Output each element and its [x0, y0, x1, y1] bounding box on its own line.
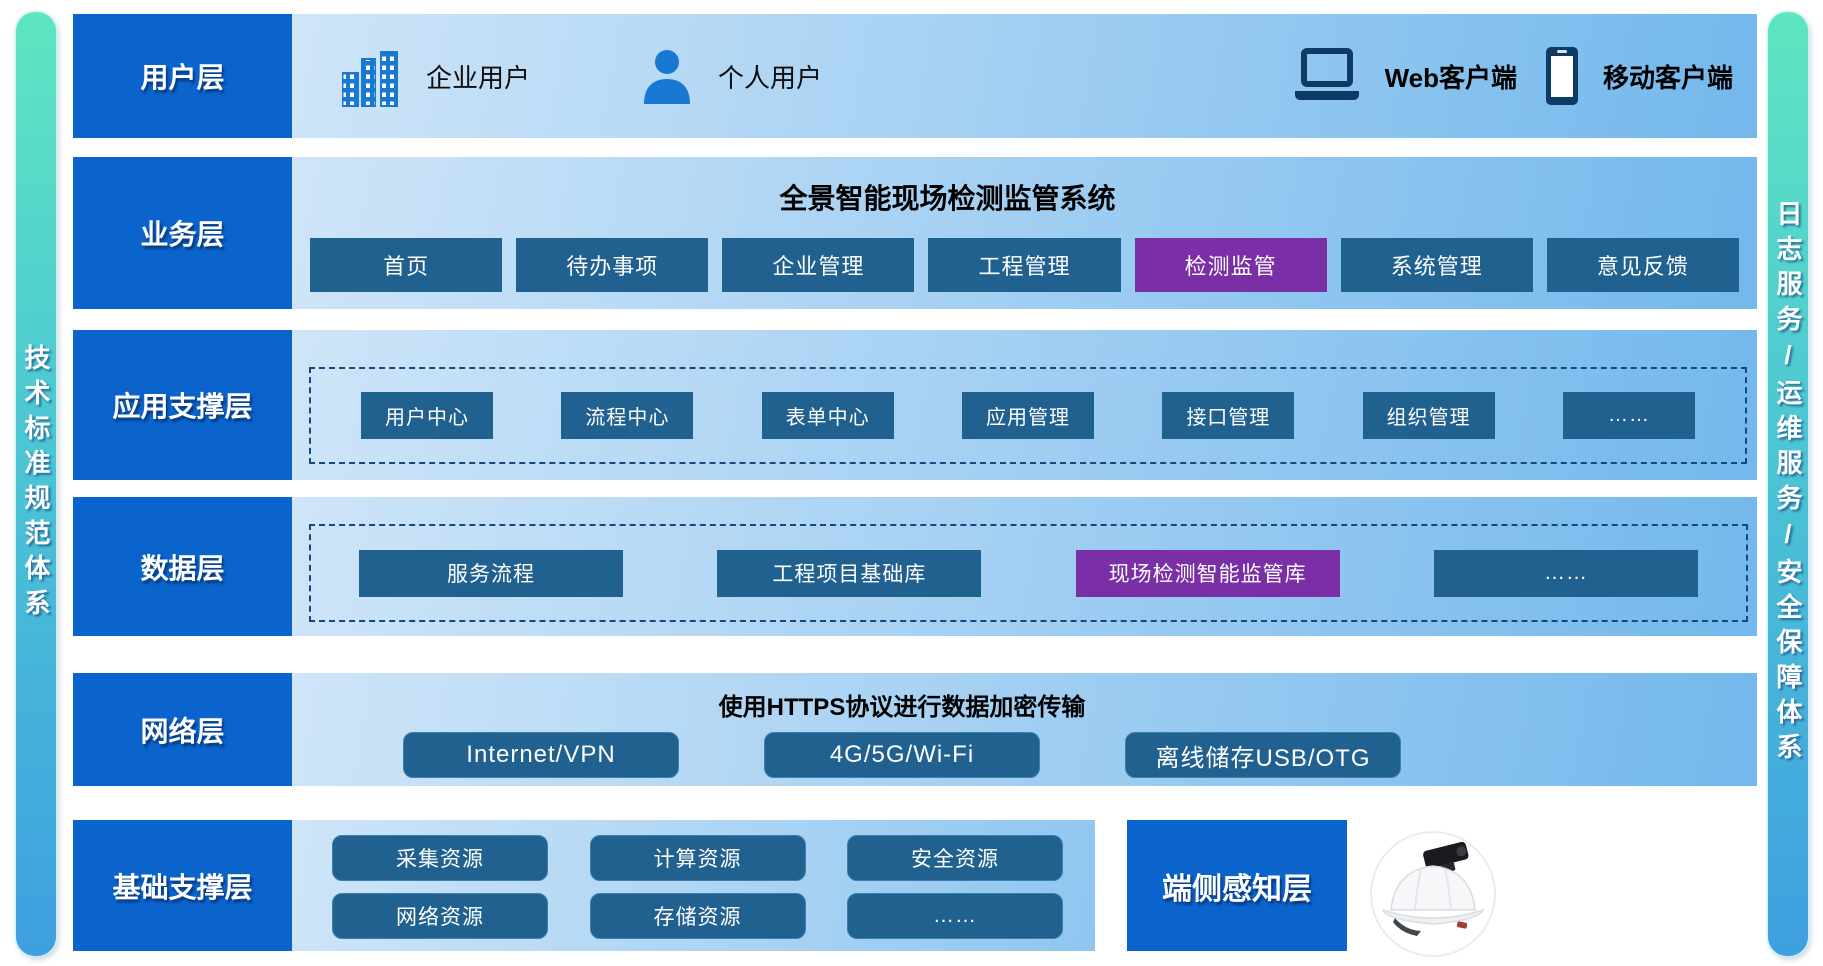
base-button-row-1: 采集资源 计算资源 安全资源: [332, 835, 1063, 881]
mobile-client-label: 移动客户端: [1603, 58, 1733, 95]
base-layer-content: 采集资源 计算资源 安全资源 网络资源 存储资源 ……: [292, 820, 1095, 951]
network-layer-row: 网络层 使用HTTPS协议进行数据加密传输 Internet/VPN 4G/5G…: [73, 673, 1757, 786]
data-button-project-base-db[interactable]: 工程项目基础库: [717, 550, 981, 597]
business-button-row: 首页 待办事项 企业管理 工程管理 检测监管 系统管理 意见反馈: [292, 238, 1757, 292]
base-button-network-resource[interactable]: 网络资源: [332, 893, 548, 939]
base-button-more[interactable]: ……: [847, 893, 1063, 939]
app-button-user-center[interactable]: 用户中心: [361, 392, 493, 439]
base-button-storage-resource[interactable]: 存储资源: [590, 893, 806, 939]
network-button-offline-usb-otg[interactable]: 离线储存USB/OTG: [1125, 732, 1401, 778]
base-button-computing-resource[interactable]: 计算资源: [590, 835, 806, 881]
network-layer-label: 网络层: [73, 673, 292, 786]
data-layer-label: 数据层: [73, 497, 292, 636]
person-icon: [640, 48, 694, 104]
helmet-with-camera-image: [1369, 830, 1497, 958]
business-button-todo[interactable]: 待办事项: [516, 238, 708, 292]
base-button-security-resource[interactable]: 安全资源: [847, 835, 1063, 881]
web-client-label: Web客户端: [1385, 58, 1517, 95]
business-layer-label: 业务层: [73, 157, 292, 309]
https-note: 使用HTTPS协议进行数据加密传输: [403, 687, 1401, 722]
app-button-process-center[interactable]: 流程中心: [561, 392, 693, 439]
app-support-layer-content: 用户中心 流程中心 表单中心 应用管理 接口管理 组织管理 ……: [292, 330, 1757, 480]
user-layer-row: 用户层 企业用户 个人用户: [73, 14, 1757, 138]
app-button-more[interactable]: ……: [1563, 392, 1695, 439]
business-button-system-mgmt[interactable]: 系统管理: [1341, 238, 1533, 292]
user-layer-content: 企业用户 个人用户 Web客户端 移: [292, 14, 1757, 138]
business-button-project-mgmt[interactable]: 工程管理: [928, 238, 1120, 292]
app-button-app-mgmt[interactable]: 应用管理: [962, 392, 1094, 439]
data-button-more[interactable]: ……: [1434, 550, 1698, 597]
base-button-row-2: 网络资源 存储资源 ……: [332, 893, 1063, 939]
left-system-bar-text: 技术标准规范体系: [16, 344, 56, 624]
business-button-inspection-supervision[interactable]: 检测监管: [1135, 238, 1327, 292]
edge-perception-layer-label: 端侧感知层: [1127, 820, 1347, 951]
network-button-4g5g-wifi[interactable]: 4G/5G/Wi-Fi: [764, 732, 1040, 778]
app-button-interface-mgmt[interactable]: 接口管理: [1162, 392, 1294, 439]
personal-user-label: 个人用户: [718, 58, 822, 95]
buildings-icon: [340, 45, 402, 107]
left-system-bar: 技术标准规范体系: [16, 12, 56, 956]
enterprise-user-label: 企业用户: [426, 58, 530, 95]
data-button-inspection-supervision-db[interactable]: 现场检测智能监管库: [1076, 550, 1340, 597]
right-system-bar-text: 日志服务/运维服务/安全保障体系: [1768, 200, 1808, 768]
network-group: 使用HTTPS协议进行数据加密传输 Internet/VPN 4G/5G/Wi-…: [403, 673, 1401, 778]
app-support-layer-label: 应用支撑层: [73, 330, 292, 480]
client-group: Web客户端 移动客户端: [1291, 45, 1757, 107]
business-button-feedback[interactable]: 意见反馈: [1547, 238, 1739, 292]
data-button-service-process[interactable]: 服务流程: [359, 550, 623, 597]
app-support-group: 用户中心 流程中心 表单中心 应用管理 接口管理 组织管理 ……: [309, 367, 1747, 464]
app-button-org-mgmt[interactable]: 组织管理: [1363, 392, 1495, 439]
base-layer-row: 基础支撑层 采集资源 计算资源 安全资源 网络资源 存储资源 …… 端侧感知层: [73, 820, 1757, 951]
network-layer-content: 使用HTTPS协议进行数据加密传输 Internet/VPN 4G/5G/Wi-…: [292, 673, 1757, 786]
phone-icon: [1543, 45, 1581, 107]
app-support-layer-row: 应用支撑层 用户中心 流程中心 表单中心 应用管理 接口管理 组织管理 ……: [73, 330, 1757, 480]
base-button-collection-resource[interactable]: 采集资源: [332, 835, 548, 881]
system-title: 全景智能现场检测监管系统: [292, 177, 1603, 217]
business-layer-row: 业务层 全景智能现场检测监管系统 首页 待办事项 企业管理 工程管理 检测监管 …: [73, 157, 1757, 309]
data-group: 服务流程 工程项目基础库 现场检测智能监管库 ……: [309, 524, 1748, 622]
network-button-internet-vpn[interactable]: Internet/VPN: [403, 732, 679, 778]
laptop-icon: [1291, 47, 1363, 105]
data-layer-content: 服务流程 工程项目基础库 现场检测智能监管库 ……: [292, 497, 1757, 636]
user-layer-label: 用户层: [73, 14, 292, 138]
business-button-enterprise-mgmt[interactable]: 企业管理: [722, 238, 914, 292]
data-layer-row: 数据层 服务流程 工程项目基础库 现场检测智能监管库 ……: [73, 497, 1757, 636]
base-layer-label: 基础支撑层: [73, 820, 292, 951]
network-button-row: Internet/VPN 4G/5G/Wi-Fi 离线储存USB/OTG: [403, 732, 1401, 778]
right-system-bar: 日志服务/运维服务/安全保障体系: [1768, 12, 1808, 956]
business-layer-content: 全景智能现场检测监管系统 首页 待办事项 企业管理 工程管理 检测监管 系统管理…: [292, 157, 1757, 309]
business-button-home[interactable]: 首页: [310, 238, 502, 292]
app-button-form-center[interactable]: 表单中心: [762, 392, 894, 439]
